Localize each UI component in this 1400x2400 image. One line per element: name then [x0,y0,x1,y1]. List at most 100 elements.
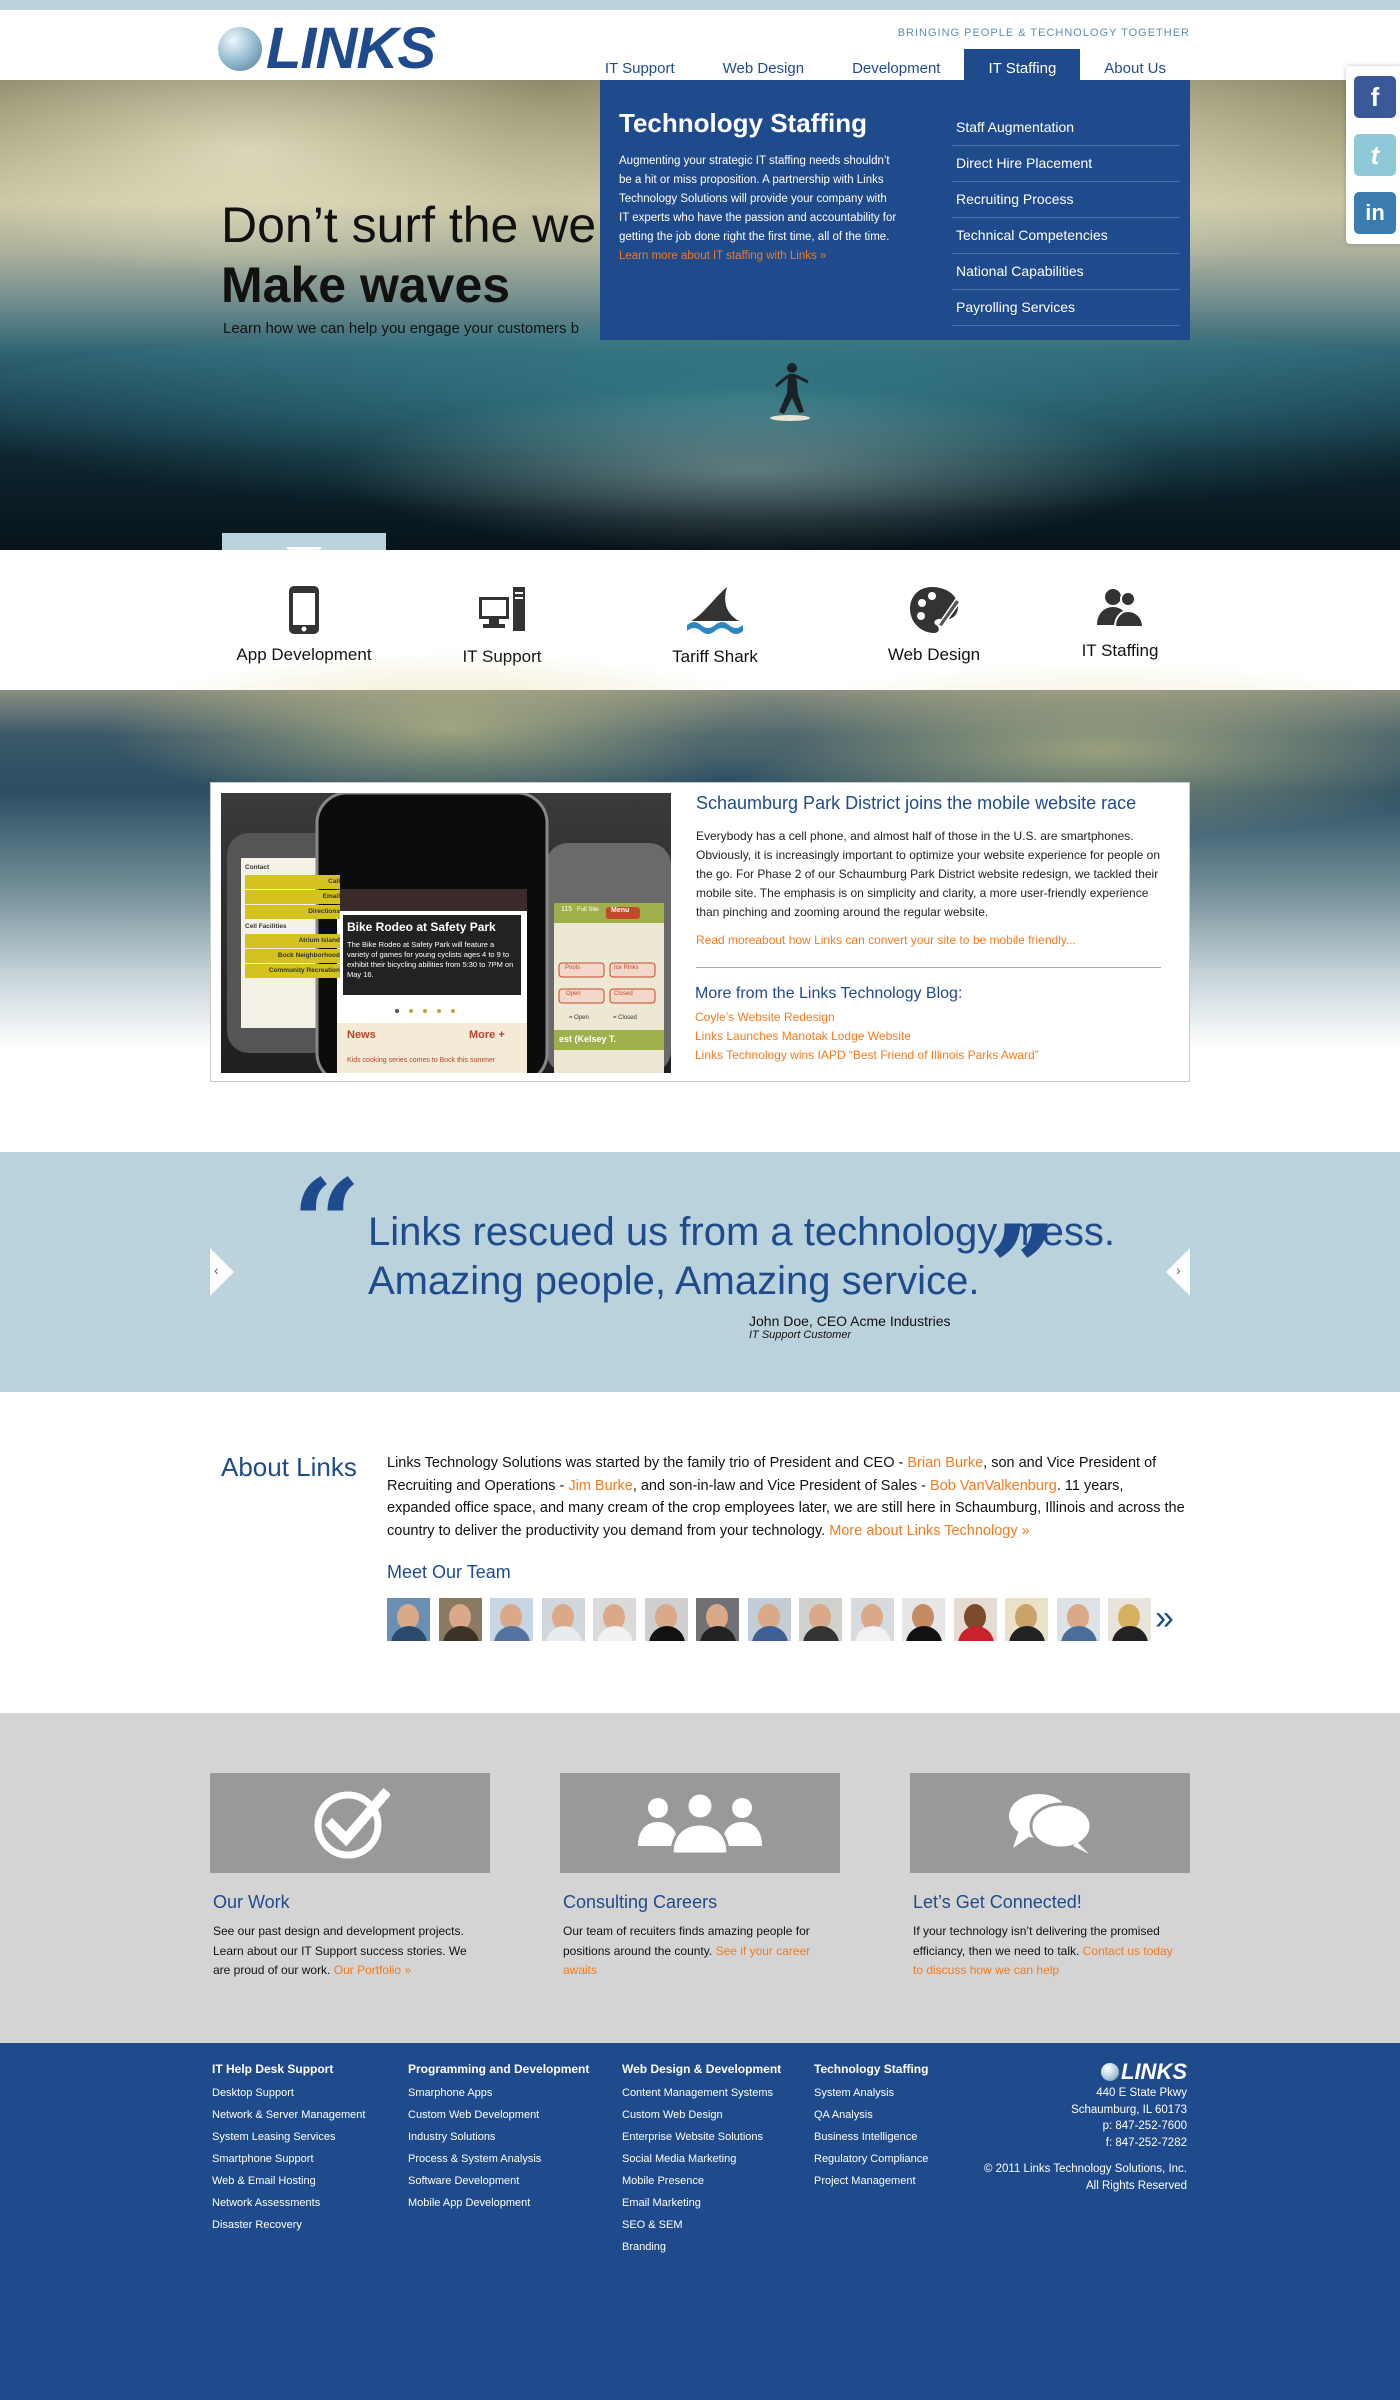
promo-image[interactable] [910,1773,1190,1873]
footer-link[interactable]: Mobile App Development [408,2192,589,2214]
service-tariff-shark[interactable]: Tariff Shark [625,585,805,667]
team-member-avatar[interactable] [799,1598,842,1641]
promo-image[interactable] [210,1773,490,1873]
menu-item-technical-competencies[interactable]: Technical Competencies [952,218,1180,254]
service-web-design[interactable]: Web Design [844,585,1024,665]
footer-column-title[interactable]: Programming and Development [408,2062,589,2076]
testimonial-next-button[interactable]: › [1166,1248,1190,1296]
blog-link[interactable]: Coyle’s Website Redesign [695,1008,1039,1027]
promo-text: See our past design and development proj… [213,1922,483,1981]
promo-title[interactable]: Our Work [213,1892,490,1913]
facebook-icon[interactable]: f [1354,76,1396,118]
twitter-icon[interactable]: t [1354,134,1396,176]
footer-link[interactable]: Social Media Marketing [622,2148,781,2170]
promo-our-work: Our Work See our past design and develop… [210,1773,490,1981]
promo-title[interactable]: Consulting Careers [563,1892,840,1913]
footer-column-title[interactable]: IT Help Desk Support [212,2062,365,2076]
promo-image[interactable] [560,1773,840,1873]
team-member-avatar[interactable] [953,1598,997,1641]
team-member-avatar[interactable] [902,1598,945,1641]
phone-menu-item: Email [245,890,340,904]
jim-burke-link[interactable]: Jim Burke [568,1478,632,1494]
footer-link[interactable]: Web & Email Hosting [212,2170,365,2192]
footer-column-programming: Programming and Development Smarphone Ap… [408,2062,589,2214]
dropdown-description: Augmenting your strategic IT staffing ne… [619,152,899,266]
menu-item-staff-augmentation[interactable]: Staff Augmentation [952,110,1180,146]
avatar-shoulders [1112,1626,1148,1641]
menu-item-recruiting-process[interactable]: Recruiting Process [952,182,1180,218]
testimonial-prev-button[interactable]: ‹ [210,1248,234,1296]
footer-link[interactable]: Disaster Recovery [212,2214,365,2236]
bob-vanvalkenburg-link[interactable]: Bob VanValkenburg [930,1478,1057,1494]
news-title[interactable]: Schaumburg Park District joins the mobil… [696,793,1136,814]
dropdown-learn-more-link[interactable]: Learn more about IT staffing with Links … [619,250,826,262]
footer-link[interactable]: QA Analysis [814,2104,928,2126]
footer-link[interactable]: Smartphone Support [212,2148,365,2170]
footer-link[interactable]: SEO & SEM [622,2214,781,2236]
avatar-shoulders [751,1626,788,1641]
footer-column-title[interactable]: Web Design & Development [622,2062,781,2076]
phone-menu-item: Cell Facilities [245,923,287,930]
footer-logo[interactable]: LINKS [984,2061,1187,2083]
top-accent-bar [0,0,1400,10]
brian-burke-link[interactable]: Brian Burke [907,1455,983,1471]
service-tab-notch [286,547,322,565]
portfolio-link[interactable]: Our Portfolio » [334,1963,411,1977]
menu-item-national-capabilities[interactable]: National Capabilities [952,254,1180,290]
team-member-avatar[interactable] [490,1598,533,1641]
footer-column-title[interactable]: Technology Staffing [814,2062,928,2076]
avatar-shoulders [494,1626,530,1641]
phone-menu-item: Community Recreation [245,964,340,978]
footer-link[interactable]: System Leasing Services [212,2126,365,2148]
phone-legend-closed: = Closed [613,1015,637,1021]
team-member-avatar[interactable] [850,1598,894,1641]
footer-link[interactable]: Project Management [814,2170,928,2192]
footer-link[interactable]: System Analysis [814,2082,928,2104]
team-member-avatar[interactable] [438,1598,482,1641]
footer-link[interactable]: Software Development [408,2170,589,2192]
footer-link[interactable]: Custom Web Design [622,2104,781,2126]
linkedin-icon[interactable]: in [1354,192,1396,234]
footer-link[interactable]: Custom Web Development [408,2104,589,2126]
footer-link[interactable]: Network & Server Management [212,2104,365,2126]
team-member-avatar[interactable] [1108,1598,1151,1641]
menu-item-direct-hire[interactable]: Direct Hire Placement [952,146,1180,182]
team-member-avatar[interactable] [747,1598,791,1641]
footer-link[interactable]: Smarphone Apps [408,2082,589,2104]
blog-link[interactable]: Links Launches Manotak Lodge Website [695,1027,1039,1046]
footer-link[interactable]: Branding [622,2236,781,2258]
team-next-icon[interactable]: » [1155,1598,1174,1638]
group-people-icon [638,1791,762,1856]
team-member-avatar[interactable] [541,1598,585,1641]
footer-link[interactable]: Business Intelligence [814,2126,928,2148]
footer-link[interactable]: Enterprise Website Solutions [622,2126,781,2148]
promo-text: If your technology isn’t delivering the … [913,1922,1183,1981]
service-it-staffing[interactable]: IT Staffing [1030,585,1210,661]
footer-link[interactable]: Mobile Presence [622,2170,781,2192]
blog-link[interactable]: Links Technology wins IAPD “Best Friend … [695,1046,1039,1065]
footer-link[interactable]: Email Marketing [622,2192,781,2214]
promo-title[interactable]: Let’s Get Connected! [913,1892,1190,1913]
footer-link[interactable]: Content Management Systems [622,2082,781,2104]
news-read-more-link[interactable]: Read moreabout how Links can convert you… [696,933,1076,947]
team-member-avatar[interactable] [696,1598,739,1641]
team-member-avatar[interactable] [644,1598,688,1641]
team-member-avatar[interactable] [1005,1598,1048,1641]
avatar-shoulders [906,1626,942,1641]
phone-menu-item: Call [245,875,340,889]
team-member-avatar[interactable] [593,1598,636,1641]
footer-link[interactable]: Regulatory Compliance [814,2148,928,2170]
blog-links: Coyle’s Website Redesign Links Launches … [695,1008,1039,1065]
mobile-site-screenshot[interactable]: Bike Rodeo at Safety Park The Bike Rodeo… [221,793,671,1073]
footer-link[interactable]: Desktop Support [212,2082,365,2104]
site-logo[interactable]: LINKS [218,20,436,78]
footer-address-line: Schaumburg, IL 60173 [1071,2103,1187,2116]
team-member-avatar[interactable] [387,1598,430,1641]
footer-link[interactable]: Industry Solutions [408,2126,589,2148]
footer-link[interactable]: Process & System Analysis [408,2148,589,2170]
footer-link[interactable]: Network Assessments [212,2192,365,2214]
about-more-link[interactable]: More about Links Technology » [829,1523,1029,1539]
team-member-avatar[interactable] [1056,1598,1100,1641]
menu-item-payrolling-services[interactable]: Payrolling Services [952,290,1180,326]
testimonial-role: IT Support Customer [749,1329,852,1341]
